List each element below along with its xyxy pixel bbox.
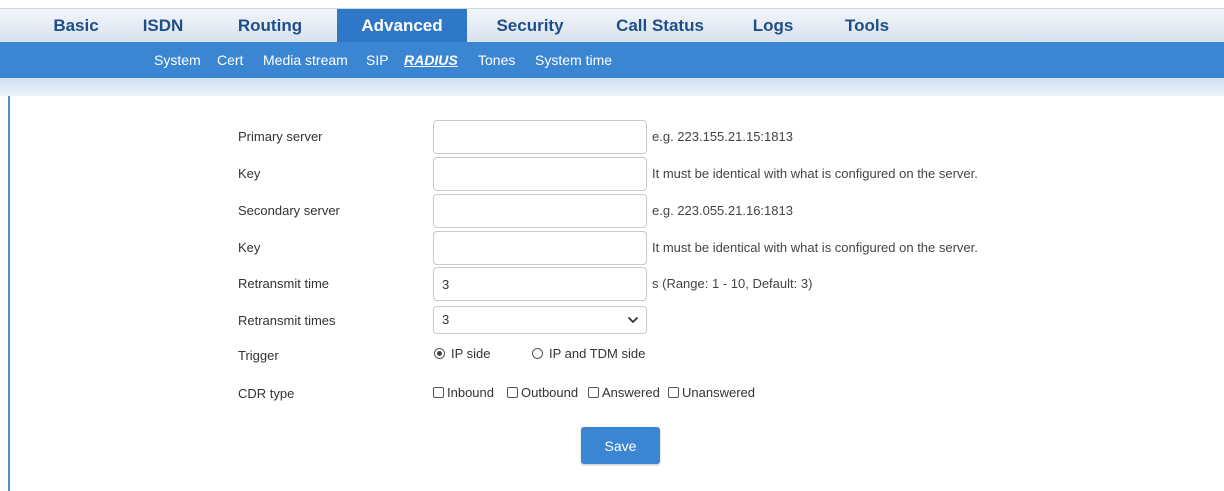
cdr-answered-label: Answered: [602, 385, 660, 400]
secondary-server-label: Secondary server: [238, 203, 340, 218]
retransmit-times-select[interactable]: 3: [433, 306, 647, 334]
subtab-radius[interactable]: RADIUS: [404, 42, 458, 78]
cdr-inbound-checkbox[interactable]: [433, 387, 444, 398]
top-nav: Basic ISDN Routing Advanced Security Cal…: [0, 8, 1224, 43]
primary-key-hint: It must be identical with what is config…: [652, 166, 978, 181]
tab-security[interactable]: Security: [485, 9, 575, 43]
secondary-server-input[interactable]: [433, 194, 647, 228]
trigger-ip-side-radio[interactable]: [434, 348, 445, 359]
primary-server-input[interactable]: [433, 120, 647, 154]
trigger-ip-tdm-label: IP and TDM side: [549, 346, 646, 361]
retransmit-time-label: Retransmit time: [238, 276, 330, 291]
retransmit-time-hint: s (Range: 1 - 10, Default: 3): [652, 276, 813, 291]
cdr-answered-checkbox[interactable]: [588, 387, 599, 398]
cdr-outbound-checkbox[interactable]: [507, 387, 518, 398]
secondary-server-hint: e.g. 223.055.21.16:1813: [652, 203, 793, 218]
secondary-key-input[interactable]: [433, 231, 647, 265]
subtab-tones[interactable]: Tones: [478, 42, 515, 78]
tab-advanced[interactable]: Advanced: [337, 9, 467, 43]
primary-server-hint: e.g. 223.155.21.15:1813: [652, 129, 793, 144]
chevron-down-icon: [628, 317, 638, 323]
cdr-type-label: CDR type: [238, 386, 295, 401]
header-band: [0, 78, 1224, 96]
subtab-cert[interactable]: Cert: [217, 42, 243, 78]
tab-routing[interactable]: Routing: [226, 9, 314, 43]
secondary-key-hint: It must be identical with what is config…: [652, 240, 978, 255]
tab-isdn[interactable]: ISDN: [130, 9, 196, 43]
trigger-ip-tdm-radio[interactable]: [532, 348, 543, 359]
sub-nav: System Cert Media stream SIP RADIUS Tone…: [0, 42, 1224, 78]
tab-logs[interactable]: Logs: [738, 9, 808, 43]
subtab-media-stream[interactable]: Media stream: [263, 42, 348, 78]
primary-server-label: Primary server: [238, 129, 323, 144]
subtab-sip[interactable]: SIP: [366, 42, 389, 78]
cdr-outbound-label: Outbound: [521, 385, 579, 400]
cdr-unanswered-checkbox[interactable]: [668, 387, 679, 398]
save-button[interactable]: Save: [581, 427, 660, 464]
trigger-radio-group: IP side IP and TDM side: [0, 346, 1224, 364]
subtab-system-time[interactable]: System time: [535, 42, 612, 78]
cdr-unanswered-label: Unanswered: [682, 385, 755, 400]
secondary-key-label: Key: [238, 240, 261, 255]
primary-key-label: Key: [238, 166, 261, 181]
cdr-inbound-label: Inbound: [447, 385, 494, 400]
tab-call-status[interactable]: Call Status: [605, 9, 715, 43]
tab-basic[interactable]: Basic: [38, 9, 114, 43]
retransmit-times-value: 3: [442, 312, 450, 327]
subtab-system[interactable]: System: [154, 42, 201, 78]
retransmit-time-input[interactable]: [433, 267, 647, 301]
trigger-ip-side-label: IP side: [451, 346, 491, 361]
tab-tools[interactable]: Tools: [832, 9, 902, 43]
primary-key-input[interactable]: [433, 157, 647, 191]
retransmit-times-label: Retransmit times: [238, 313, 336, 328]
